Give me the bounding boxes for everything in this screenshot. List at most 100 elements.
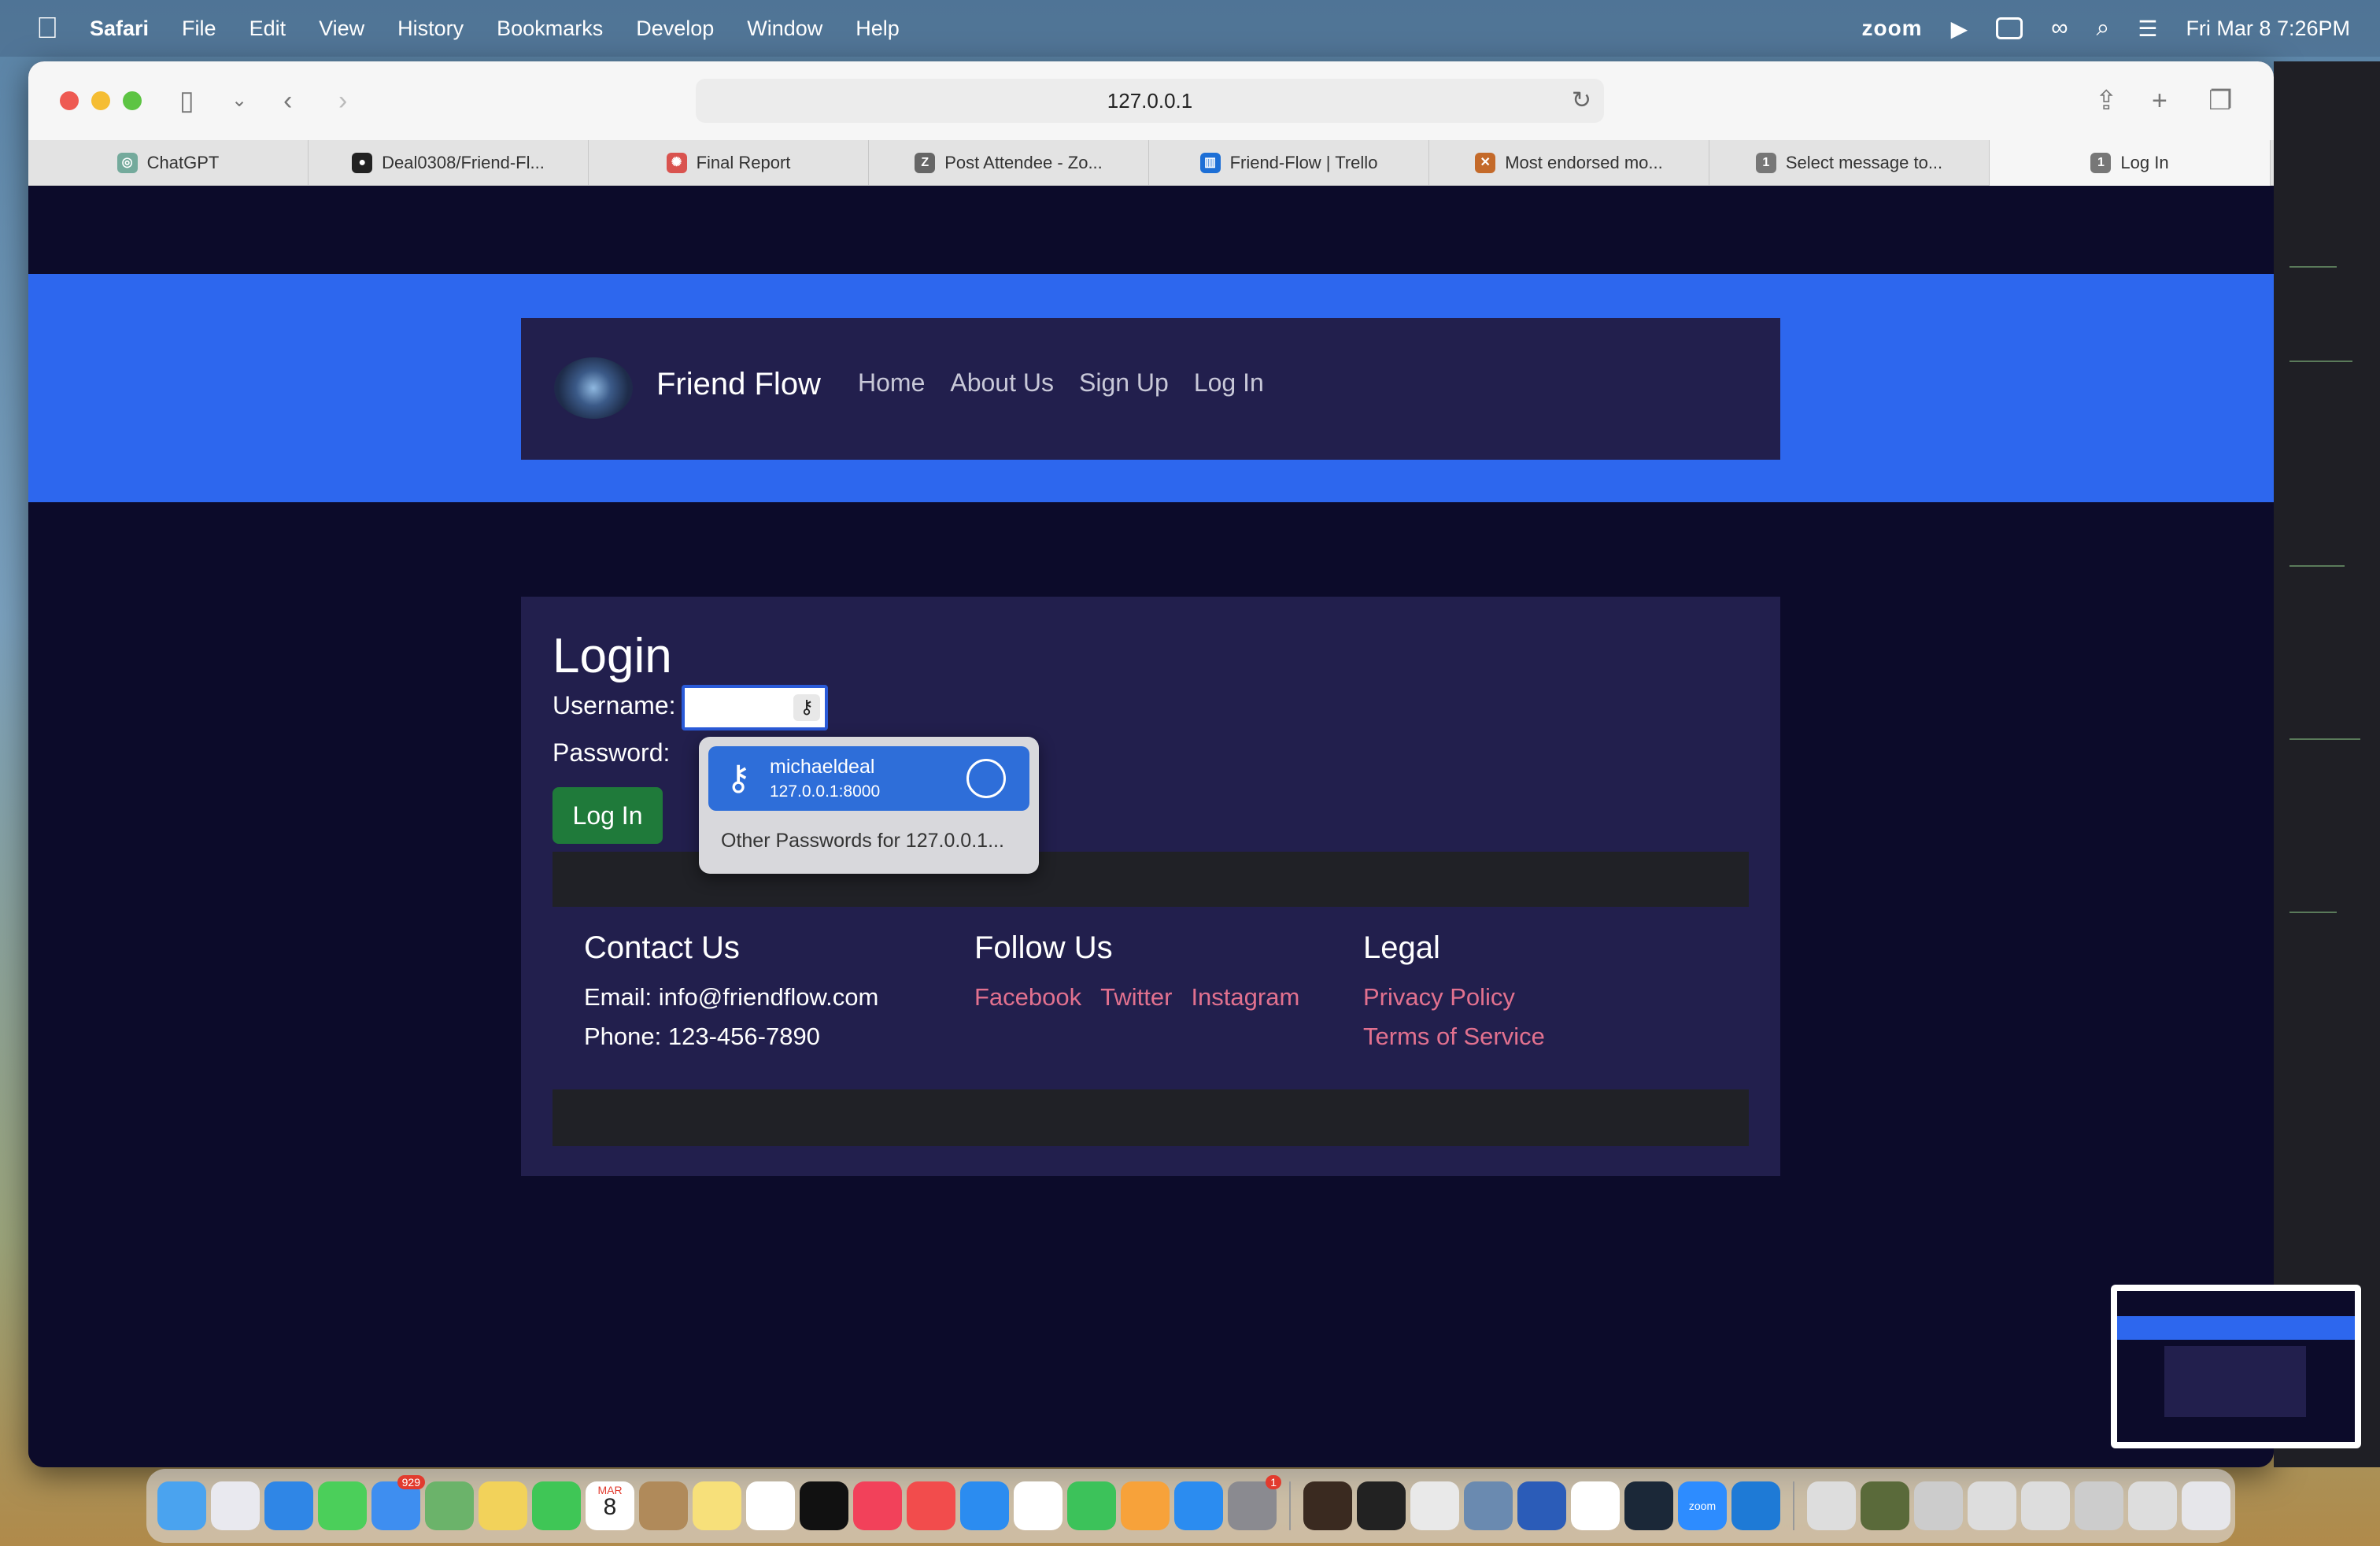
reload-icon[interactable]: ↻ [1572,79,1591,123]
tab-overview-icon[interactable]: ❐ [2208,85,2232,117]
reminders-icon[interactable] [1014,1481,1062,1530]
freeform-icon[interactable] [746,1481,795,1530]
tab-select-message[interactable]: 1 Select message to... [1709,140,1990,186]
tab-most-endorsed[interactable]: ✕ Most endorsed mo... [1429,140,1709,186]
photos-icon[interactable] [479,1481,527,1530]
calendar-icon[interactable]: MAR 8 [586,1481,634,1530]
friend-flow-logo[interactable] [554,357,633,419]
saved-password-option[interactable]: ⚷ michaeldeal 127.0.0.1:8000 [708,746,1029,811]
folder-icon[interactable] [2021,1481,2070,1530]
share-icon[interactable]: ⇪ [2095,85,2118,117]
instagram-link[interactable]: Instagram [1191,983,1299,1012]
other-passwords-option[interactable]: Other Passwords for 127.0.0.1... [721,830,1004,853]
close-window-button[interactable] [60,91,79,110]
messages-icon[interactable] [318,1481,367,1530]
menu-history[interactable]: History [397,17,464,41]
maps-icon[interactable] [425,1481,474,1530]
preview-icon[interactable] [1464,1481,1513,1530]
tab-trello[interactable]: ▥ Friend-Flow | Trello [1149,140,1429,186]
apple-icon[interactable]:  [31,13,63,44]
folder-icon[interactable] [2075,1481,2123,1530]
settings-badge: 1 [1266,1475,1281,1489]
play-icon[interactable] [1571,1481,1620,1530]
github-icon: ● [352,153,373,173]
finder-icon[interactable] [157,1481,206,1530]
twitter-link[interactable]: Twitter [1100,983,1172,1012]
tab-github[interactable]: ● Deal0308/Friend-Fl... [309,140,589,186]
downloads-stack-icon[interactable] [1807,1481,1856,1530]
terminal-icon[interactable] [1357,1481,1406,1530]
menu-bookmarks[interactable]: Bookmarks [497,17,603,41]
menu-view[interactable]: View [319,17,364,41]
folder-icon[interactable] [1968,1481,2016,1530]
contacts-icon[interactable] [639,1481,688,1530]
nav-sign-up[interactable]: Sign Up [1079,368,1169,398]
vscode-icon[interactable] [1731,1481,1780,1530]
back-button[interactable]: ‹ [283,85,292,117]
tab-label: Friend-Flow | Trello [1229,153,1378,172]
menu-window[interactable]: Window [747,17,822,41]
zoom-status-item[interactable]: zoom [1861,16,1922,41]
new-tab-button[interactable]: + [2152,85,2168,117]
facebook-link[interactable]: Facebook [974,983,1081,1012]
news-icon[interactable] [907,1481,955,1530]
browser-toolbar: ▯ ⌄ ‹ › 127.0.0.1 ↻ ⇪ + ❐ [28,61,2274,140]
zoom-window-button[interactable] [123,91,142,110]
menu-help[interactable]: Help [856,17,900,41]
tab-log-in[interactable]: 1 Log In [1990,140,2271,186]
pages-icon[interactable] [1121,1481,1170,1530]
search-icon[interactable]: ⌕ [2097,15,2110,42]
username-input[interactable]: ⚷ [682,685,828,730]
menu-file[interactable]: File [182,17,216,41]
numbers-icon[interactable] [1067,1481,1116,1530]
steam-icon[interactable] [1624,1481,1673,1530]
screen-record-icon[interactable]: ▶ [1951,16,1968,42]
apple-tv-icon[interactable] [800,1481,848,1530]
page-title: Login [552,629,672,683]
address-bar[interactable]: 127.0.0.1 ↻ [696,79,1604,123]
tab-zoom[interactable]: Z Post Attendee - Zo... [869,140,1149,186]
privacy-policy-link[interactable]: Privacy Policy [1363,983,1545,1012]
control-center-icon[interactable]: ☰ [2138,16,2157,42]
trash-icon[interactable] [2182,1481,2230,1530]
brand-name[interactable]: Friend Flow [656,367,821,402]
menu-develop[interactable]: Develop [636,17,714,41]
log-in-button[interactable]: Log In [552,787,663,844]
app-store-icon[interactable] [1174,1481,1223,1530]
contact-heading: Contact Us [584,930,740,965]
menu-app-name[interactable]: Safari [90,17,149,41]
folder-icon[interactable] [1914,1481,1963,1530]
menu-clock[interactable]: Fri Mar 8 7:26PM [2186,17,2350,41]
nav-log-in[interactable]: Log In [1194,368,1264,398]
documents-stack-icon[interactable] [1861,1481,1909,1530]
keynote-icon[interactable] [960,1481,1009,1530]
zoom-app-icon[interactable]: zoom [1678,1481,1727,1530]
launchpad-icon[interactable] [211,1481,260,1530]
menu-edit[interactable]: Edit [249,17,286,41]
sidebar-toggle-icon[interactable]: ▯ [179,85,194,117]
notes-icon[interactable] [693,1481,741,1530]
chrome-icon[interactable] [1410,1481,1459,1530]
tab-final-report[interactable]: ✺ Final Report [589,140,869,186]
screenshot-thumbnail[interactable] [2111,1285,2361,1448]
forward-button[interactable]: › [338,85,347,117]
word-icon[interactable] [1517,1481,1566,1530]
folder-icon[interactable] [2128,1481,2177,1530]
mail-icon[interactable]: 929 [371,1475,425,1530]
tab-bar: ◎ ChatGPT ● Deal0308/Friend-Fl... ✺ Fina… [28,140,2274,186]
terms-of-service-link[interactable]: Terms of Service [1363,1023,1545,1051]
nav-home[interactable]: Home [858,368,925,398]
system-settings-icon[interactable]: 1 [1228,1475,1281,1530]
nav-about-us[interactable]: About Us [950,368,1054,398]
battery-icon[interactable] [1996,17,2023,39]
screen-mirroring-icon[interactable]: ∞ [2051,15,2068,42]
game-app-icon[interactable] [1303,1481,1352,1530]
music-icon[interactable] [853,1481,902,1530]
safari-icon[interactable] [264,1481,313,1530]
chevron-down-icon[interactable]: ⌄ [231,85,247,117]
tab-chatgpt[interactable]: ◎ ChatGPT [28,140,309,186]
key-icon[interactable]: ⚷ [793,694,820,721]
facetime-icon[interactable] [532,1481,581,1530]
dock-separator [1289,1481,1291,1530]
minimize-window-button[interactable] [91,91,110,110]
